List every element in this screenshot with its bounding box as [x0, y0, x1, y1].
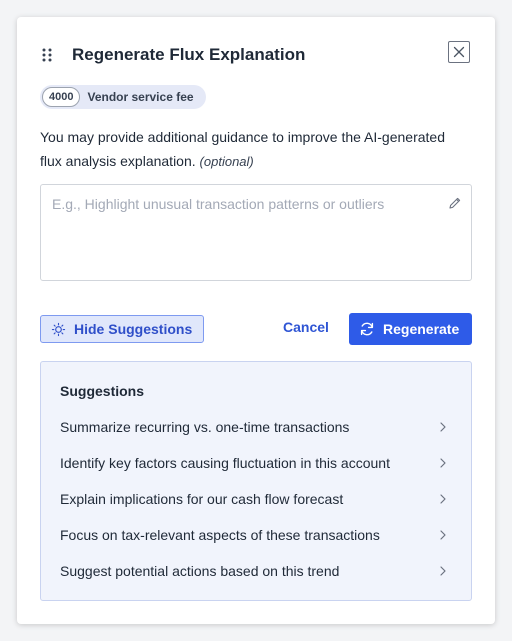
optional-label: (optional): [199, 154, 254, 169]
cancel-button[interactable]: Cancel: [283, 319, 329, 335]
suggestion-label: Suggest potential actions based on this …: [60, 563, 340, 579]
drag-handle-icon[interactable]: [41, 47, 53, 63]
guidance-input-container: [40, 184, 472, 281]
close-icon: [453, 46, 465, 58]
guidance-text-block: You may provide additional guidance to i…: [40, 125, 460, 174]
regenerate-button[interactable]: Regenerate: [349, 313, 472, 345]
chevron-right-icon: [440, 566, 446, 576]
suggestions-panel: Suggestions Summarize recurring vs. one-…: [40, 361, 472, 601]
suggestion-item[interactable]: Identify key factors causing fluctuation…: [41, 445, 471, 481]
suggestion-label: Identify key factors causing fluctuation…: [60, 455, 390, 471]
suggestion-item[interactable]: Suggest potential actions based on this …: [41, 553, 471, 589]
regenerate-flux-dialog: Regenerate Flux Explanation 4000 Vendor …: [17, 17, 495, 624]
account-chip: 4000 Vendor service fee: [40, 85, 206, 109]
chevron-right-icon: [440, 530, 446, 540]
suggestion-label: Summarize recurring vs. one-time transac…: [60, 419, 350, 435]
dialog-title: Regenerate Flux Explanation: [72, 45, 306, 64]
chevron-right-icon: [440, 494, 446, 504]
lightbulb-icon: [51, 322, 66, 336]
account-name-label: Vendor service fee: [87, 90, 194, 104]
refresh-icon: [360, 322, 374, 336]
suggestion-item[interactable]: Explain implications for our cash flow f…: [41, 481, 471, 517]
pencil-icon: [449, 197, 461, 209]
suggestions-list: Summarize recurring vs. one-time transac…: [41, 409, 471, 589]
suggestions-title: Suggestions: [60, 383, 145, 399]
regenerate-label: Regenerate: [383, 321, 460, 337]
suggestion-item[interactable]: Summarize recurring vs. one-time transac…: [41, 409, 471, 445]
chevron-right-icon: [440, 422, 446, 432]
suggestion-label: Explain implications for our cash flow f…: [60, 491, 344, 507]
close-button[interactable]: [448, 41, 470, 63]
chevron-right-icon: [440, 458, 446, 468]
account-code-badge: 4000: [42, 87, 81, 107]
guidance-input[interactable]: [41, 185, 471, 280]
suggestion-label: Focus on tax-relevant aspects of these t…: [60, 527, 380, 543]
hide-suggestions-label: Hide Suggestions: [74, 321, 193, 337]
hide-suggestions-button[interactable]: Hide Suggestions: [40, 315, 204, 343]
suggestion-item[interactable]: Focus on tax-relevant aspects of these t…: [41, 517, 471, 553]
